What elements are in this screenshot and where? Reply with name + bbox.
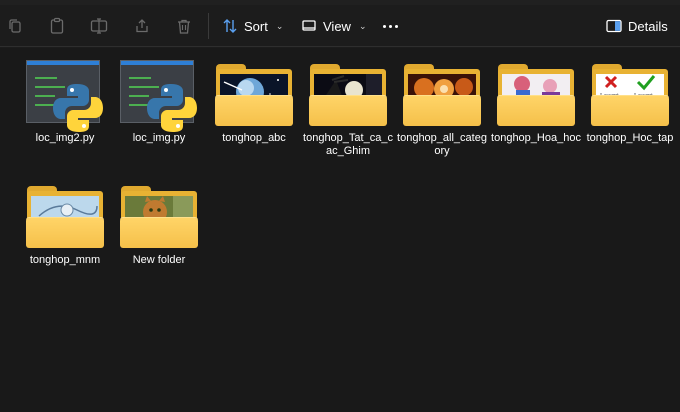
folder-icon (497, 64, 575, 126)
view-label: View (323, 18, 351, 34)
folder-name: tonghop_all_category (397, 132, 487, 157)
folder-icon (120, 186, 198, 248)
folder-name: tonghop_Hoa_hoc (491, 132, 581, 144)
folder-item[interactable]: tonghop_Tat_ca_cac_Ghim (302, 48, 394, 158)
folder-icon (403, 64, 481, 126)
delete-icon[interactable] (174, 16, 194, 36)
chevron-down-icon: ⌄ (275, 20, 284, 31)
chevron-down-icon: ⌄ (358, 20, 367, 31)
folder-item[interactable]: tonghop_all_category (396, 48, 488, 158)
sort-icon (223, 19, 237, 33)
file-item[interactable]: loc_img.py (113, 48, 205, 145)
folder-item[interactable]: tonghop_mnm (19, 170, 111, 267)
file-list-area: loc_img2.py loc_img.py tonghop_abc tongh… (0, 48, 680, 412)
command-bar: Sort ⌄ View ⌄ Details (0, 5, 680, 47)
python-file-icon (26, 60, 104, 132)
more-options-icon[interactable] (383, 17, 398, 35)
view-button[interactable]: View ⌄ (301, 14, 367, 38)
paste-icon[interactable] (47, 16, 67, 36)
rename-icon[interactable] (89, 16, 109, 36)
sort-button[interactable]: Sort ⌄ (222, 14, 283, 38)
folder-item[interactable]: New folder (113, 170, 205, 267)
folder-icon (26, 186, 104, 248)
folder-icon (309, 64, 387, 126)
toolbar-separator (208, 13, 209, 39)
folder-name: New folder (132, 254, 186, 266)
share-icon[interactable] (132, 16, 152, 36)
folder-name: tonghop_mnm (29, 254, 101, 266)
folder-icon (215, 64, 293, 126)
folder-item[interactable]: tonghop_abc (208, 48, 300, 145)
folder-name: tonghop_Tat_ca_cac_Ghim (303, 132, 393, 157)
details-pane-icon (606, 19, 622, 33)
view-icon (302, 20, 316, 31)
python-file-icon (120, 60, 198, 132)
file-item[interactable]: loc_img2.py (19, 48, 111, 145)
folder-item[interactable]: I accept I accept tonghop_Hoc_tap (584, 48, 676, 145)
sort-label: Sort (244, 18, 268, 34)
folder-name: tonghop_Hoc_tap (586, 132, 674, 144)
details-button[interactable]: Details (606, 14, 668, 38)
details-label: Details (628, 18, 668, 34)
folder-icon: I accept I accept (591, 64, 669, 126)
folder-name: tonghop_abc (222, 132, 286, 144)
folder-item[interactable]: tonghop_Hoa_hoc (490, 48, 582, 145)
copy-icon[interactable] (5, 16, 25, 36)
